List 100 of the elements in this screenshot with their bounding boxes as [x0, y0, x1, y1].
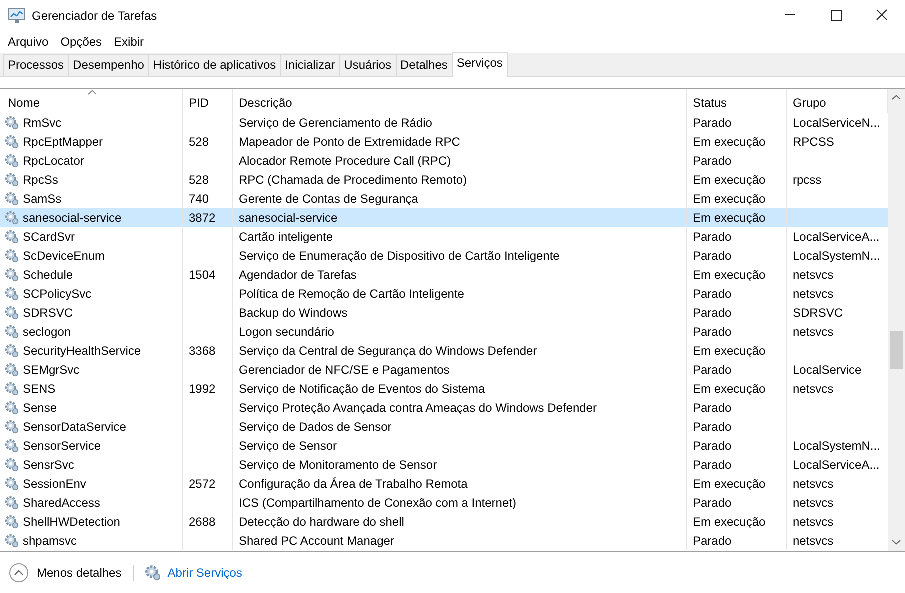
gear-icon [5, 306, 19, 320]
table-cell: ScDeviceEnum [23, 248, 106, 262]
table-cell: SEMgrSvc [23, 362, 80, 376]
table-cell: Configuração da Área de Trabalho Remota [239, 476, 468, 490]
tab[interactable]: Processos [3, 54, 70, 76]
menu-item[interactable]: Arquivo [8, 35, 49, 49]
collapse-icon[interactable] [9, 562, 29, 582]
table-cell: Logon secundário [239, 324, 334, 338]
gear-icon [5, 154, 19, 168]
gear-icon [5, 324, 19, 338]
table-cell: seclogon [23, 324, 72, 338]
table-cell: Mapeador de Ponto de Extremidade RPC [239, 134, 460, 148]
table-cell: RPCSS [793, 134, 834, 148]
table-row[interactable]: ShellHWDetection 2688 Detecção do hardware do shell Em execução netsvcs [0, 512, 888, 531]
table-row[interactable]: ScDeviceEnum Serviço de Enumeração de Dispositivo de Cartão Inteligente Parado LocalSystemN... [0, 246, 888, 265]
table-cell: SDRSVC [793, 306, 844, 320]
table-cell: Serviço da Central de Segurança do Windows Defender [239, 344, 538, 358]
gear-icon [5, 382, 19, 396]
column-header[interactable]: Nome [8, 96, 40, 110]
table-cell: Em execução [693, 344, 766, 358]
table-row[interactable]: SensorService Serviço de Sensor Parado LocalSystemN... [0, 436, 888, 455]
table-cell: LocalServiceA... [793, 230, 880, 244]
column-header[interactable]: PID [189, 96, 210, 110]
table-cell: Serviço de Dados de Sensor [239, 420, 392, 434]
table-cell: Schedule [23, 268, 74, 282]
table-row[interactable]: sanesocial-service 3872 sanesocial-service Em execução [0, 208, 888, 227]
gear-icon [5, 134, 19, 148]
table-cell: 528 [189, 172, 210, 186]
table-row[interactable]: SENS 1992 Serviço de Notificação de Eventos do Sistema Em execução netsvcs [0, 379, 888, 398]
gear-icon [5, 514, 19, 528]
table-cell: Parado [693, 534, 732, 548]
table-row[interactable]: SensorDataService Serviço de Dados de Sensor Parado [0, 417, 888, 436]
less-details-button[interactable]: Menos detalhes [37, 566, 122, 580]
table-cell: Serviço de Gerenciamento de Rádio [239, 116, 432, 130]
table-cell: Parado [693, 362, 732, 376]
table-row[interactable]: RmSvc Serviço de Gerenciamento de Rádio Parado LocalServiceN... [0, 113, 888, 132]
gear-icon [5, 458, 19, 472]
table-cell: netsvcs [793, 496, 834, 510]
table-cell: Em execução [693, 210, 766, 224]
gear-icon [5, 286, 19, 300]
table-cell: RpcLocator [23, 154, 84, 168]
table-cell: netsvcs [793, 268, 834, 282]
table-cell: 740 [189, 192, 210, 206]
table-row[interactable]: shpamsvc Shared PC Account Manager Parado netsvcs [0, 531, 888, 550]
scroll-up-icon[interactable] [892, 95, 901, 100]
table-cell: Parado [693, 116, 732, 130]
column-header[interactable]: Grupo [793, 96, 826, 110]
menu-item[interactable]: Opções [60, 35, 102, 49]
table-cell: Serviço Proteção Avançada contra Ameaças do Windows Defender [239, 400, 597, 414]
table-cell: LocalServiceN... [793, 116, 880, 130]
table-cell: Em execução [693, 514, 766, 528]
scroll-thumb[interactable] [890, 331, 903, 369]
table-cell: LocalSystemN... [793, 248, 880, 262]
column-header[interactable]: Status [693, 96, 728, 110]
gear-icon[interactable] [144, 564, 161, 580]
table-cell: sanesocial-service [239, 210, 338, 224]
table-cell: SENS [23, 382, 56, 396]
monitor-icon [8, 8, 26, 24]
table-row[interactable]: SensrSvc Serviço de Monitoramento de Sensor Parado LocalServiceA... [0, 455, 888, 474]
column-header[interactable]: Descrição [239, 96, 292, 110]
table-cell: Alocador Remote Procedure Call (RPC) [239, 154, 452, 168]
tab[interactable]: Serviços [452, 52, 508, 77]
table-row[interactable]: RpcLocator Alocador Remote Procedure Call (RPC) Parado [0, 151, 888, 170]
table-cell: SCPolicySvc [23, 286, 92, 300]
table-row[interactable]: Schedule 1504 Agendador de Tarefas Em execução netsvcs [0, 265, 888, 284]
table-cell: ShellHWDetection [23, 514, 120, 528]
table-cell: Gerenciador de NFC/SE e Pagamentos [239, 362, 450, 376]
table-row[interactable]: SecurityHealthService 3368 Serviço da Central de Segurança do Windows Defender Em execução [0, 341, 888, 360]
scrollbar[interactable] [888, 89, 905, 551]
table-cell: Em execução [693, 192, 766, 206]
table-cell: Parado [693, 230, 732, 244]
table-row[interactable]: Sense Serviço Proteção Avançada contra Ameaças do Windows Defender Parado [0, 398, 888, 417]
open-services-link[interactable]: Abrir Serviços [168, 566, 242, 580]
scroll-down-icon[interactable] [892, 540, 901, 545]
table-cell: netsvcs [793, 286, 834, 300]
table-cell: LocalSystemN... [793, 438, 880, 452]
gear-icon [5, 172, 19, 186]
table-cell: SharedAccess [23, 496, 100, 510]
table-cell: Serviço de Sensor [239, 438, 338, 452]
table-row[interactable]: SDRSVC Backup do Windows Parado SDRSVC [0, 303, 888, 322]
table-row[interactable]: RpcSs 528 RPC (Chamada de Procedimento Remoto) Em execução rpcss [0, 170, 888, 189]
table-cell: Parado [693, 458, 732, 472]
table-cell: sanesocial-service [23, 210, 122, 224]
table-row[interactable]: SessionEnv 2572 Configuração da Área de Trabalho Remota Em execução netsvcs [0, 474, 888, 493]
table-cell: Agendador de Tarefas [239, 268, 357, 282]
menu-item[interactable]: Exibir [114, 35, 144, 49]
table-cell: 2572 [189, 476, 216, 490]
table-row[interactable]: SCardSvr Cartão inteligente Parado LocalServiceA... [0, 227, 888, 246]
gear-icon [5, 420, 19, 434]
table-row[interactable]: SEMgrSvc Gerenciador de NFC/SE e Pagamentos Parado LocalService [0, 360, 888, 379]
table-row[interactable]: SharedAccess ICS (Compartilhamento de Conexão com a Internet) Parado netsvcs [0, 493, 888, 512]
table-cell: Em execução [693, 134, 766, 148]
gear-icon [5, 248, 19, 262]
table-row[interactable]: RpcEptMapper 528 Mapeador de Ponto de Extremidade RPC Em execução RPCSS [0, 132, 888, 151]
table-cell: netsvcs [793, 476, 834, 490]
table-cell: Backup do Windows [239, 306, 348, 320]
table-cell: Em execução [693, 382, 766, 396]
table-cell: Cartão inteligente [239, 230, 334, 244]
table-row[interactable]: SCPolicySvc Política de Remoção de Cartão Inteligente Parado netsvcs [0, 284, 888, 303]
table-row[interactable]: seclogon Logon secundário Parado netsvcs [0, 322, 888, 341]
